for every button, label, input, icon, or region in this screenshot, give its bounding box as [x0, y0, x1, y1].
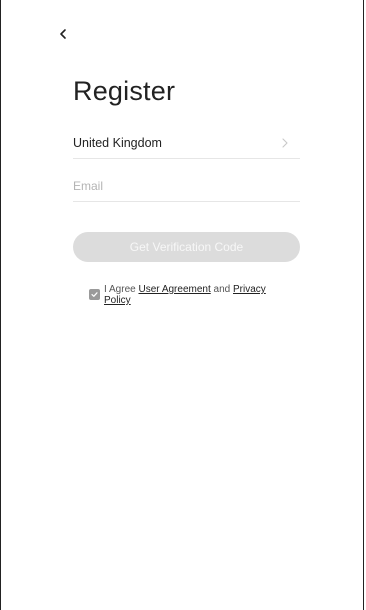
agreement-text: I Agree User Agreement and Privacy Polic…	[104, 284, 289, 306]
screen-frame: Register United Kingdom Get Verification…	[0, 0, 364, 610]
agreement-row: I Agree User Agreement and Privacy Polic…	[89, 284, 289, 306]
chevron-left-icon	[60, 29, 66, 39]
agree-prefix: I Agree	[104, 284, 136, 295]
check-icon	[91, 292, 98, 297]
back-button[interactable]	[55, 22, 79, 46]
email-row	[73, 170, 300, 202]
agree-conjunction: and	[213, 284, 231, 295]
country-value: United Kingdom	[73, 136, 162, 150]
country-selector[interactable]: United Kingdom	[73, 127, 300, 159]
user-agreement-link[interactable]: User Agreement	[138, 284, 210, 295]
email-input[interactable]	[73, 174, 300, 198]
page-title: Register	[73, 76, 176, 106]
get-verification-code-button[interactable]: Get Verification Code	[73, 232, 300, 262]
chevron-right-icon	[282, 138, 288, 148]
agree-checkbox[interactable]	[89, 289, 100, 300]
